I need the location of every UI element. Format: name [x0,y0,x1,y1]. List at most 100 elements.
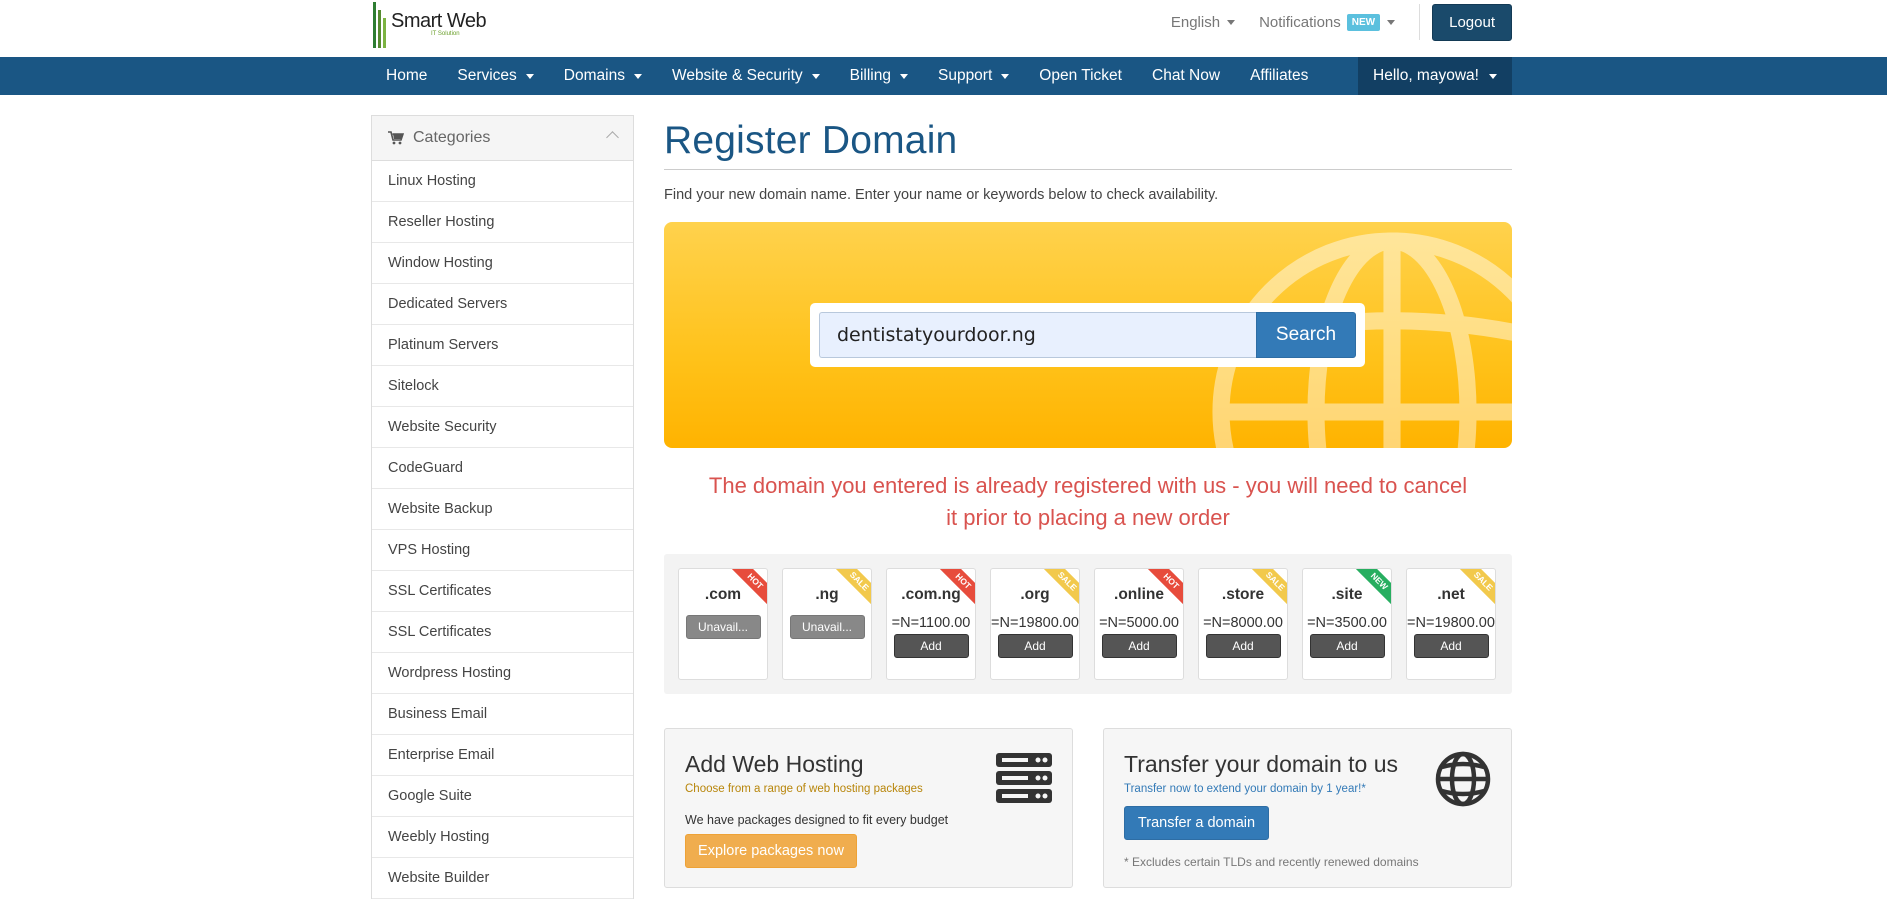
domain-search-input[interactable]: dentistatyourdoor.ng [819,312,1256,358]
add-tld-button[interactable]: Add [1413,634,1489,658]
main-navbar: Home Services Domains Website & Security Bil… [0,57,1887,95]
sidebar-item-business-email[interactable]: Business Email [372,694,633,735]
chevron-down-icon [899,73,908,79]
chevron-up-icon[interactable] [606,131,619,144]
page-title: Register Domain [664,119,1512,170]
sidebar-item-dedicated-servers[interactable]: Dedicated Servers [372,284,633,325]
user-greeting: Hello, mayowa! [1373,67,1479,84]
sidebar-item-google-suite[interactable]: Google Suite [372,776,633,817]
unavailable-tld-button[interactable]: Unavail... [789,615,865,639]
nav-item-domains[interactable]: Domains [549,57,657,95]
categories-sidebar: Categories Linux Hosting Reseller Hosting… [371,115,634,899]
add-tld-button[interactable]: Add [893,634,969,658]
chevron-down-icon [1387,19,1396,25]
nav-item-chat-now[interactable]: Chat Now [1137,57,1235,95]
nav-item-label: Affiliates [1250,67,1309,84]
categories-list: Linux Hosting Reseller Hosting Window Host… [372,161,633,899]
nav-item-billing[interactable]: Billing [835,57,923,95]
search-button[interactable]: Search [1256,312,1356,358]
tld-price: =N=5000.00 [1099,615,1179,631]
transfer-panel: Transfer your domain to us Transfer now … [1103,728,1512,888]
language-selector[interactable]: English [1170,13,1236,31]
nav-item-label: Website & Security [671,67,803,84]
brand-logo[interactable]: Smart Web IT Solution [371,2,487,48]
chevron-down-icon [525,73,534,79]
sidebar-item-website-builder[interactable]: Website Builder [372,858,633,899]
sidebar-item-ssl-certificates[interactable]: SSL Certificates [372,571,633,612]
user-menu[interactable]: Hello, mayowa! [1358,57,1512,95]
chevron-down-icon [811,73,820,79]
add-tld-button[interactable]: Add [1101,634,1177,658]
sidebar-item-platinum-servers[interactable]: Platinum Servers [372,325,633,366]
notifications-badge: NEW [1346,13,1381,31]
tld-price: =N=19800.00 [991,615,1079,631]
nav-item-label: Domains [563,67,625,84]
nav-item-open-ticket[interactable]: Open Ticket [1024,57,1137,95]
main-content: Register Domain Find your new domain nam… [664,95,1512,888]
sidebar-item-ssl-certificates[interactable]: SSL Certificates [372,612,633,653]
brand-name: Smart Web [391,10,487,32]
header-actions: English Notifications NEW Logout [1170,3,1512,41]
header-divider [1419,4,1421,40]
nav-item-label: Open Ticket [1039,67,1122,84]
tld-card: SALE .ng Unavail... [782,568,872,680]
hosting-panel-title: Add Web Hosting [685,751,864,777]
transfer-panel-subtitle: Transfer now to extend your domain by 1 … [1124,783,1366,795]
sidebar-item-reseller-hosting[interactable]: Reseller Hosting [372,202,633,243]
add-tld-button[interactable]: Add [997,634,1073,658]
brand-tagline: IT Solution [431,31,460,37]
logout-button[interactable]: Logout [1432,3,1512,41]
language-label: English [1170,13,1221,31]
nav-item-label: Support [937,67,993,84]
explore-packages-button[interactable]: Explore packages now [685,834,857,868]
tld-suggestions: HOT .com Unavail... SALE .ng Unavail... HOT .co… [664,554,1512,694]
add-tld-button[interactable]: Add [1309,634,1385,658]
logo-mark-icon [371,2,389,48]
domain-search-hero: dentistatyourdoor.ng Search [664,222,1512,448]
categories-title: Categories [413,129,491,146]
nav-item-label: Services [457,67,517,84]
sidebar-item-window-hosting[interactable]: Window Hosting [372,243,633,284]
server-icon [996,753,1052,803]
nav-item-label: Home [386,67,428,84]
sidebar-item-linux-hosting[interactable]: Linux Hosting [372,161,633,202]
sidebar-item-website-security[interactable]: Website Security [372,407,633,448]
nav-item-label: Chat Now [1152,67,1221,84]
nav-item-home[interactable]: Home [371,57,442,95]
chevron-down-icon [1001,73,1010,79]
sidebar-item-enterprise-email[interactable]: Enterprise Email [372,735,633,776]
hosting-panel-subtitle: Choose from a range of web hosting packa… [685,783,923,795]
transfer-domain-button[interactable]: Transfer a domain [1124,806,1269,840]
page-lead: Find your new domain name. Enter your na… [664,187,1219,203]
globe-icon [1435,751,1491,807]
cart-icon [388,131,404,145]
nav-item-website-security[interactable]: Website & Security [657,57,835,95]
tld-card: SALE .org =N=19800.00 Add [990,568,1080,680]
chevron-down-icon [1488,73,1497,79]
tld-card: SALE .store =N=8000.00 Add [1198,568,1288,680]
add-tld-button[interactable]: Add [1205,634,1281,658]
notifications-menu[interactable]: Notifications NEW [1259,13,1396,31]
categories-header[interactable]: Categories [372,116,633,161]
hosting-panel: Add Web Hosting Choose from a range of w… [664,728,1073,888]
sidebar-item-weebly-hosting[interactable]: Weebly Hosting [372,817,633,858]
tld-card: HOT .com.ng =N=1100.00 Add [886,568,976,680]
sidebar-item-sitelock[interactable]: Sitelock [372,366,633,407]
tld-price: =N=3500.00 [1307,615,1387,631]
nav-item-label: Billing [849,67,891,84]
sidebar-item-wordpress-hosting[interactable]: Wordpress Hosting [372,653,633,694]
sidebar-item-website-backup[interactable]: Website Backup [372,489,633,530]
tld-card: HOT .com Unavail... [678,568,768,680]
transfer-panel-title: Transfer your domain to us [1124,751,1398,777]
nav-item-services[interactable]: Services [442,57,548,95]
nav-item-affiliates[interactable]: Affiliates [1235,57,1323,95]
tld-card: NEW .site =N=3500.00 Add [1302,568,1392,680]
sidebar-item-codeguard[interactable]: CodeGuard [372,448,633,489]
chevron-down-icon [633,73,642,79]
nav-item-support[interactable]: Support [923,57,1024,95]
tld-card: HOT .online =N=5000.00 Add [1094,568,1184,680]
sidebar-item-vps-hosting[interactable]: VPS Hosting [372,530,633,571]
domain-registered-alert: The domain you entered is already regist… [708,473,1468,530]
unavailable-tld-button[interactable]: Unavail... [685,615,761,639]
tld-price: =N=19800.00 [1407,615,1495,631]
